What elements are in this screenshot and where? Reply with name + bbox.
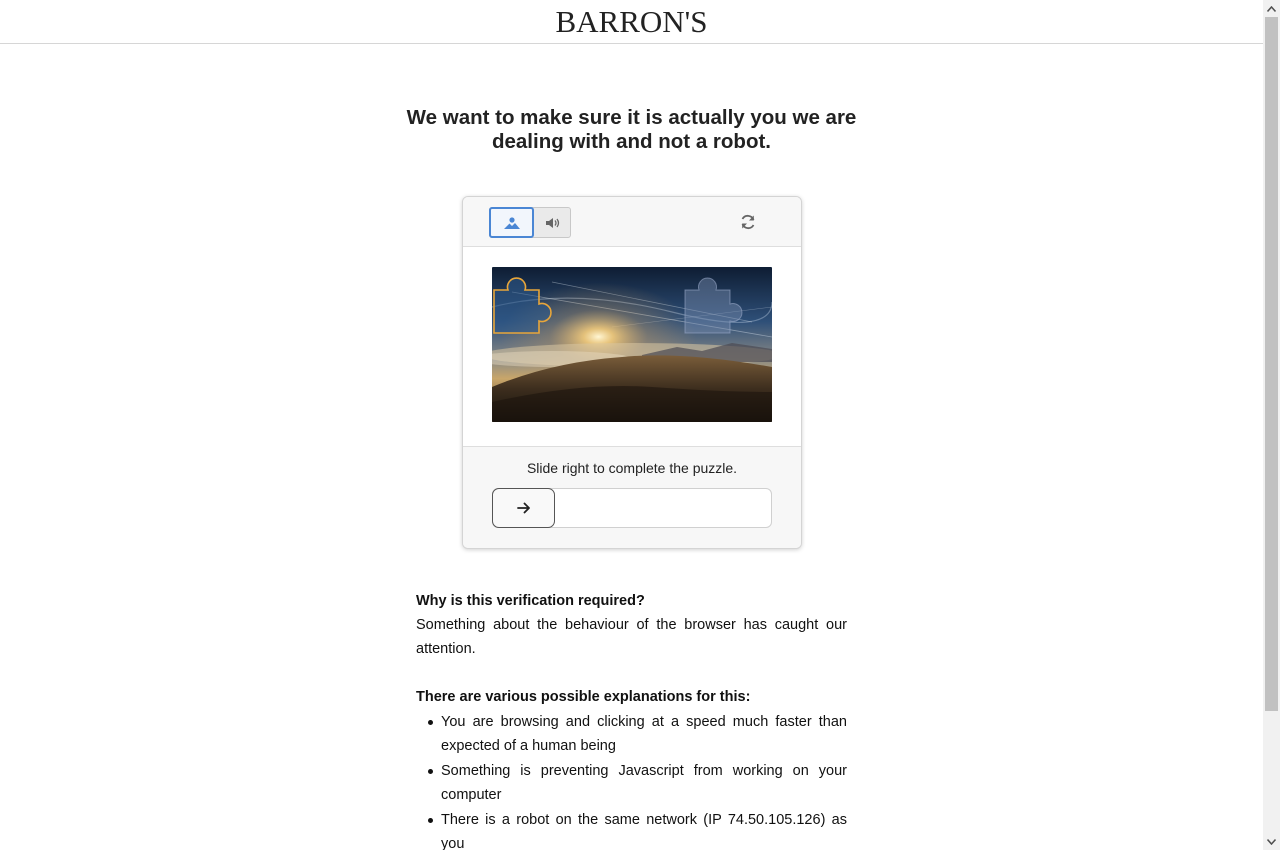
page: BARRON'S We want to make sure it is actu… [0, 0, 1263, 850]
question-answer: Something about the behaviour of the bro… [416, 617, 847, 657]
arrow-right-icon [516, 502, 530, 514]
refresh-button[interactable] [739, 213, 757, 231]
captcha-toolbar [463, 197, 801, 247]
page-title-line-2: dealing with and not a robot. [491, 130, 771, 153]
speaker-icon [545, 217, 559, 228]
list-item: You are browsing and clicking at a speed… [416, 710, 847, 758]
vertical-scrollbar[interactable] [1263, 0, 1280, 850]
reasons-heading: There are various possible explanations … [416, 689, 751, 705]
scrollbar-thumb[interactable] [1265, 17, 1278, 711]
scroll-up-button[interactable] [1263, 0, 1280, 17]
image-challenge-button[interactable] [489, 207, 534, 238]
mountain-sunset-image [492, 267, 772, 422]
question-heading: Why is this verification required? [416, 593, 645, 609]
captcha-mode-toggle [489, 207, 571, 238]
list-item: There is a robot on the same network (IP… [416, 808, 847, 850]
refresh-icon [741, 214, 755, 230]
puzzle-image [492, 267, 772, 422]
chevron-down-icon [1267, 838, 1276, 845]
page-title-line-1: We want to make sure it is actually you … [406, 106, 857, 129]
image-icon [503, 216, 520, 229]
puzzle-instruction: Slide right to complete the puzzle. [526, 460, 738, 476]
chevron-up-icon [1267, 5, 1276, 12]
captcha-widget: Slide right to complete the puzzle. [462, 196, 802, 549]
reasons-list: You are browsing and clicking at a speed… [416, 710, 847, 850]
audio-challenge-button[interactable] [534, 207, 571, 238]
page-title: We want to make sure it is actually you … [0, 106, 1263, 154]
verification-explanation: Why is this verification required? Somet… [416, 589, 847, 850]
captcha-image-area [463, 247, 801, 447]
scroll-down-button[interactable] [1263, 833, 1280, 850]
list-item: Something is preventing Javascript from … [416, 759, 847, 807]
site-header: BARRON'S [0, 0, 1263, 44]
barrons-logo[interactable]: BARRON'S [0, 4, 1263, 40]
slider-handle[interactable] [492, 488, 555, 528]
captcha-slider-area: Slide right to complete the puzzle. [463, 448, 801, 548]
